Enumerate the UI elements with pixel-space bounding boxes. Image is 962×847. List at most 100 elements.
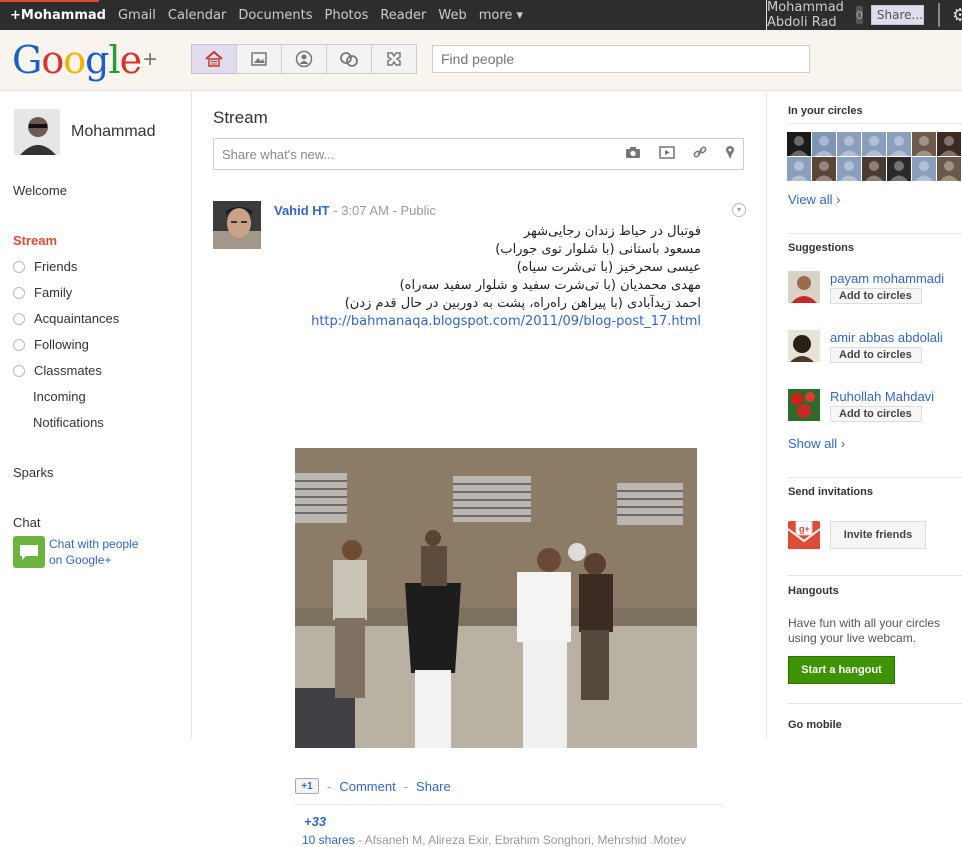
circle-member-avatar[interactable] — [937, 157, 961, 181]
shares-count[interactable]: 10 shares — [302, 833, 355, 847]
send-invitations-heading: Send invitations — [788, 486, 873, 498]
nav-home[interactable] — [191, 44, 237, 74]
divider — [788, 703, 962, 704]
circle-member-avatar[interactable] — [862, 132, 886, 156]
sharer-names: - Afsaneh M, Alireza Exir, Ebrahim Songh… — [354, 833, 687, 847]
circle-member-avatar[interactable] — [862, 157, 886, 181]
nav-incoming[interactable]: Incoming — [33, 389, 86, 404]
top-nav-more[interactable]: more ▾ — [479, 8, 523, 23]
suggestion-avatar[interactable] — [788, 330, 820, 362]
account-avatar[interactable] — [938, 3, 940, 27]
profile-name[interactable]: Mohammad — [71, 123, 155, 141]
video-icon[interactable] — [659, 145, 675, 163]
circle-member-avatar[interactable] — [912, 132, 936, 156]
post-visibility[interactable]: Public — [400, 203, 435, 218]
post-line: مسعود باستانی (با شلوار توی جوراب) — [495, 242, 701, 257]
chat-link[interactable]: Chat with people on Google+ — [49, 536, 138, 568]
nav-circle-label: Following — [34, 337, 89, 352]
google-plus-logo[interactable]: Google+ — [12, 38, 157, 82]
person-silhouette-icon — [790, 161, 808, 181]
chat-with-people[interactable]: Chat with people on Google+ — [13, 536, 138, 568]
plus-one-button[interactable]: +1 — [295, 778, 319, 794]
camera-icon[interactable] — [625, 146, 641, 163]
suggestion-avatar[interactable] — [788, 271, 820, 303]
circle-member-avatar[interactable] — [812, 132, 836, 156]
top-nav-photos[interactable]: Photos — [325, 8, 369, 23]
circle-member-avatar[interactable] — [937, 132, 961, 156]
suggestion-name[interactable]: Ruhollah Mahdavi — [830, 389, 934, 404]
nav-circle-label: Acquaintances — [34, 311, 120, 326]
top-nav-calendar[interactable]: Calendar — [168, 8, 226, 23]
nav-welcome[interactable]: Welcome — [13, 183, 67, 198]
share-button[interactable]: Share... — [870, 5, 924, 25]
post-author-avatar[interactable] — [213, 201, 261, 249]
nav-circle-acquaintances[interactable]: Acquaintances — [13, 311, 119, 326]
link-icon[interactable] — [693, 145, 707, 163]
account-name[interactable]: Mohammad Abdoli Rad — [767, 0, 844, 30]
add-to-circles-button[interactable]: Add to circles — [830, 288, 922, 304]
profile-block[interactable]: Mohammad — [14, 109, 155, 155]
top-nav-reader[interactable]: Reader — [380, 8, 426, 23]
stream-column: Stream Share what's new... Vahid HT - 3:… — [192, 91, 766, 847]
comment-link[interactable]: Comment — [339, 779, 395, 794]
nav-circle-family[interactable]: Family — [13, 285, 72, 300]
nav-circle-friends[interactable]: Friends — [13, 259, 77, 274]
nav-profile[interactable] — [281, 44, 327, 74]
find-people-input[interactable] — [432, 45, 810, 73]
suggestion-avatar[interactable] — [788, 389, 820, 421]
post-text: فوتبال در حیاط زندان رجایی‌شهر مسعود باس… — [274, 223, 701, 331]
top-nav-web[interactable]: Web — [438, 8, 466, 23]
top-nav-plus-me[interactable]: +Mohammad — [10, 8, 106, 23]
nav-circles[interactable] — [326, 44, 372, 74]
post-link[interactable]: http://bahmanaqa.blogspot.com/2011/09/bl… — [274, 313, 701, 331]
logo-letter: o — [41, 38, 64, 82]
add-to-circles-button[interactable]: Add to circles — [830, 406, 922, 422]
top-nav-documents[interactable]: Documents — [238, 8, 312, 23]
circle-member-avatar[interactable] — [787, 157, 811, 181]
view-all-link[interactable]: View all › — [788, 192, 841, 207]
circle-member-avatar[interactable] — [812, 157, 836, 181]
show-all-link[interactable]: Show all › — [788, 436, 845, 451]
start-hangout-button[interactable]: Start a hangout — [788, 656, 895, 684]
shares-row: 10 shares - Afsaneh M, Alireza Exir, Ebr… — [302, 833, 686, 847]
suggestion-name[interactable]: amir abbas abdolali — [830, 330, 943, 345]
post-menu-chevron-down-icon[interactable]: ▾ — [732, 203, 746, 217]
nav-stream[interactable]: Stream — [13, 233, 57, 248]
share-link[interactable]: Share — [416, 779, 451, 794]
nav-notifications[interactable]: Notifications — [33, 415, 104, 430]
add-to-circles-button[interactable]: Add to circles — [830, 347, 922, 363]
suggestion-name[interactable]: payam mohammadi — [830, 271, 944, 286]
nav-sparks[interactable]: Sparks — [13, 465, 53, 480]
post-photo[interactable] — [295, 448, 697, 748]
gear-icon[interactable]: ⚙ — [952, 5, 962, 26]
nav-photos[interactable] — [236, 44, 282, 74]
left-sidebar: Mohammad Welcome Stream Friends Family A… — [0, 91, 192, 738]
logo-letter: e — [119, 38, 142, 82]
profile-avatar[interactable] — [14, 109, 60, 155]
circle-member-avatar[interactable] — [837, 132, 861, 156]
nav-circle-classmates[interactable]: Classmates — [13, 363, 102, 378]
notification-count[interactable]: 0 — [855, 6, 863, 24]
person-silhouette-icon — [790, 136, 808, 156]
action-separator: - — [403, 778, 409, 794]
post-time[interactable]: 3:07 AM — [341, 203, 389, 218]
nav-games[interactable] — [371, 44, 417, 74]
share-box[interactable]: Share what's new... — [213, 138, 744, 170]
circle-member-avatar[interactable] — [887, 132, 911, 156]
top-nav-gmail[interactable]: Gmail — [118, 8, 156, 23]
post-author[interactable]: Vahid HT — [274, 203, 330, 218]
circle-dot-icon — [13, 338, 25, 351]
share-input[interactable]: Share what's new... — [222, 147, 607, 162]
go-mobile-heading: Go mobile — [788, 719, 842, 731]
circle-avatar-grid — [787, 132, 962, 182]
circle-member-avatar[interactable] — [912, 157, 936, 181]
circle-member-avatar[interactable] — [837, 157, 861, 181]
circle-member-avatar[interactable] — [787, 132, 811, 156]
circle-member-avatar[interactable] — [887, 157, 911, 181]
person-silhouette-icon — [815, 161, 833, 181]
person-silhouette-icon — [840, 161, 858, 181]
plus-one-count[interactable]: +33 — [304, 814, 326, 829]
location-icon[interactable] — [725, 145, 735, 163]
nav-circle-following[interactable]: Following — [13, 337, 89, 352]
invite-friends-button[interactable]: Invite friends — [830, 521, 926, 549]
